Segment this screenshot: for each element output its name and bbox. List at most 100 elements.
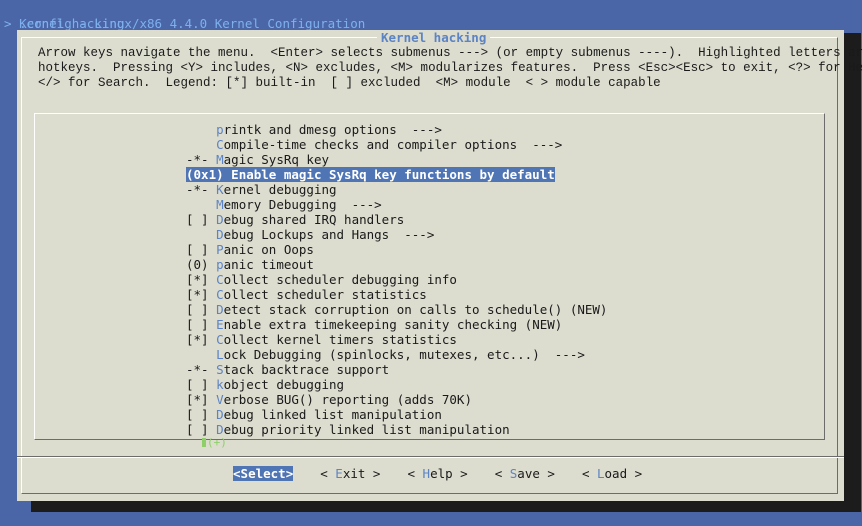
menu-item-label: erbose BUG() reporting (adds 70K) <box>223 392 472 407</box>
menu-item-prefix: (0x1) <box>186 167 232 182</box>
button-close: > <box>365 466 381 481</box>
button-label: oad <box>604 466 628 481</box>
menu-item-label: ollect scheduler debugging info <box>223 272 457 287</box>
save-button[interactable]: < Save > <box>495 466 555 481</box>
menu-item-hotkey: D <box>216 227 224 242</box>
menu-item-prefix: [ ] <box>186 407 217 422</box>
menu-item-prefix: [*] <box>186 392 217 407</box>
menu-item[interactable]: Debug Lockups and Hangs ---> <box>186 227 607 242</box>
menu-item-prefix: [*] <box>186 287 217 302</box>
menu-item[interactable]: [ ] Enable extra timekeeping sanity chec… <box>186 317 607 332</box>
menu-item-hotkey: D <box>216 407 224 422</box>
button-close: > <box>539 466 555 481</box>
button-close: > <box>627 466 643 481</box>
breadcrumb-marker: > <box>4 16 12 31</box>
scroll-more-indicator: (+) <box>202 435 227 450</box>
menu-item-label: ock Debugging (spinlocks, mutexes, etc..… <box>223 347 585 362</box>
menu-item[interactable]: (0x1) Enable magic SysRq key functions b… <box>186 167 555 182</box>
menu-item-hotkey: E <box>216 317 224 332</box>
menu-item[interactable]: -*- Stack backtrace support <box>186 362 607 377</box>
menu-item-prefix: (0) <box>186 257 217 272</box>
menu-item-label: object debugging <box>223 377 345 392</box>
menu-item-label: emory Debugging ---> <box>223 197 382 212</box>
menu-item-label: agic SysRq key <box>223 152 329 167</box>
menu-item[interactable]: [*] Verbose BUG() reporting (adds 70K) <box>186 392 607 407</box>
menu-item-prefix: -*- <box>186 182 217 197</box>
button-open: < <box>581 466 597 481</box>
menu-item[interactable]: [*] Collect kernel timers statistics <box>186 332 607 347</box>
menu-box: printk and dmesg options ---> Compile-ti… <box>34 113 825 449</box>
menu-item[interactable]: [*] Collect scheduler debugging info <box>186 272 607 287</box>
menu-item-label: anic on Oops <box>223 242 314 257</box>
menu-item-prefix: [ ] <box>186 242 217 257</box>
button-label: ave <box>517 466 540 481</box>
button-separator <box>17 456 844 458</box>
menu-item-prefix: [*] <box>186 272 217 287</box>
button-close: > <box>285 466 294 481</box>
exit-button[interactable]: < Exit > <box>320 466 380 481</box>
breadcrumb: > Kernel hacking <box>4 16 124 31</box>
menu-item-prefix: -*- <box>186 152 217 167</box>
menu-item[interactable]: Compile-time checks and compiler options… <box>186 137 607 152</box>
menu-item-hotkey: K <box>216 182 224 197</box>
menu-item-hotkey: M <box>216 152 224 167</box>
menu-item[interactable]: [ ] Panic on Oops <box>186 242 607 257</box>
menu-item-hotkey: M <box>216 197 224 212</box>
menu-item-hotkey: C <box>216 272 224 287</box>
menu-item-label: nable extra timekeeping sanity checking … <box>223 317 563 332</box>
menu-item-prefix <box>186 227 216 242</box>
menu-item-label: ebug priority linked list manipulation <box>223 422 510 437</box>
button-open: < <box>494 466 510 481</box>
menu-item-hotkey: C <box>216 137 224 152</box>
menu-item[interactable]: [ ] Debug priority linked list manipulat… <box>186 422 607 437</box>
help-instructions: Arrow keys navigate the menu. <Enter> se… <box>38 46 862 91</box>
menu-item[interactable]: [*] Collect scheduler statistics <box>186 287 607 302</box>
menu-item-prefix <box>186 122 216 137</box>
menu-item[interactable]: [ ] Detect stack corruption on calls to … <box>186 302 607 317</box>
menu-item-prefix <box>186 197 216 212</box>
menu-item[interactable]: (0) panic timeout <box>186 257 607 272</box>
menu-item[interactable]: printk and dmesg options ---> <box>186 122 607 137</box>
help-button[interactable]: < Help > <box>407 466 467 481</box>
menu-item-hotkey: P <box>216 242 224 257</box>
menu-item-label: anic timeout <box>223 257 314 272</box>
menu-item[interactable]: Lock Debugging (spinlocks, mutexes, etc.… <box>186 347 607 362</box>
menu-item-label: nable magic SysRq key functions by defau… <box>238 167 555 182</box>
button-open: < <box>233 466 241 481</box>
menu-item-hotkey: S <box>216 362 224 377</box>
menu-item-hotkey: k <box>216 377 224 392</box>
menu-item-hotkey: V <box>216 392 224 407</box>
menu-item-prefix: [ ] <box>186 377 217 392</box>
menu-item-hotkey: C <box>216 332 224 347</box>
menu-item[interactable]: -*- Kernel debugging <box>186 182 607 197</box>
menu-item-label: ernel debugging <box>223 182 337 197</box>
menu-item-prefix <box>186 137 216 152</box>
button-hot: L <box>597 466 605 481</box>
menu-item-hotkey: C <box>216 287 224 302</box>
menu-item-label: ebug linked list manipulation <box>223 407 442 422</box>
menu-item-prefix: [ ] <box>186 212 217 227</box>
dialog-title: Kernel hacking <box>377 30 491 45</box>
menu-item[interactable]: -*- Magic SysRq key <box>186 152 607 167</box>
menu-item-label: ollect scheduler statistics <box>223 287 427 302</box>
menu-item-prefix: [ ] <box>186 302 217 317</box>
menu-item[interactable]: [ ] Debug shared IRQ handlers <box>186 212 607 227</box>
menu-item-hotkey: p <box>216 122 224 137</box>
menu-item[interactable]: Memory Debugging ---> <box>186 197 607 212</box>
select-button[interactable]: <Select> <box>233 466 294 481</box>
menu-item-prefix: [*] <box>186 332 217 347</box>
button-label: elect <box>248 466 286 481</box>
menu-item[interactable]: [ ] Debug linked list manipulation <box>186 407 607 422</box>
button-open: < <box>407 466 423 481</box>
button-close: > <box>452 466 468 481</box>
menu-item-label: rintk and dmesg options ---> <box>223 122 442 137</box>
instruction-line: </> for Search. Legend: [*] built-in [ ]… <box>38 76 661 90</box>
button-label: elp <box>430 466 453 481</box>
menu-item-prefix <box>186 347 216 362</box>
load-button[interactable]: < Load > <box>582 466 642 481</box>
button-hot: H <box>422 466 431 481</box>
button-label: xit <box>342 466 366 481</box>
instruction-line: Arrow keys navigate the menu. <Enter> se… <box>38 46 862 60</box>
menu-item[interactable]: [ ] kobject debugging <box>186 377 607 392</box>
button-bar: <Select> < Exit > < Help > < Save > < Load > <box>233 466 669 481</box>
